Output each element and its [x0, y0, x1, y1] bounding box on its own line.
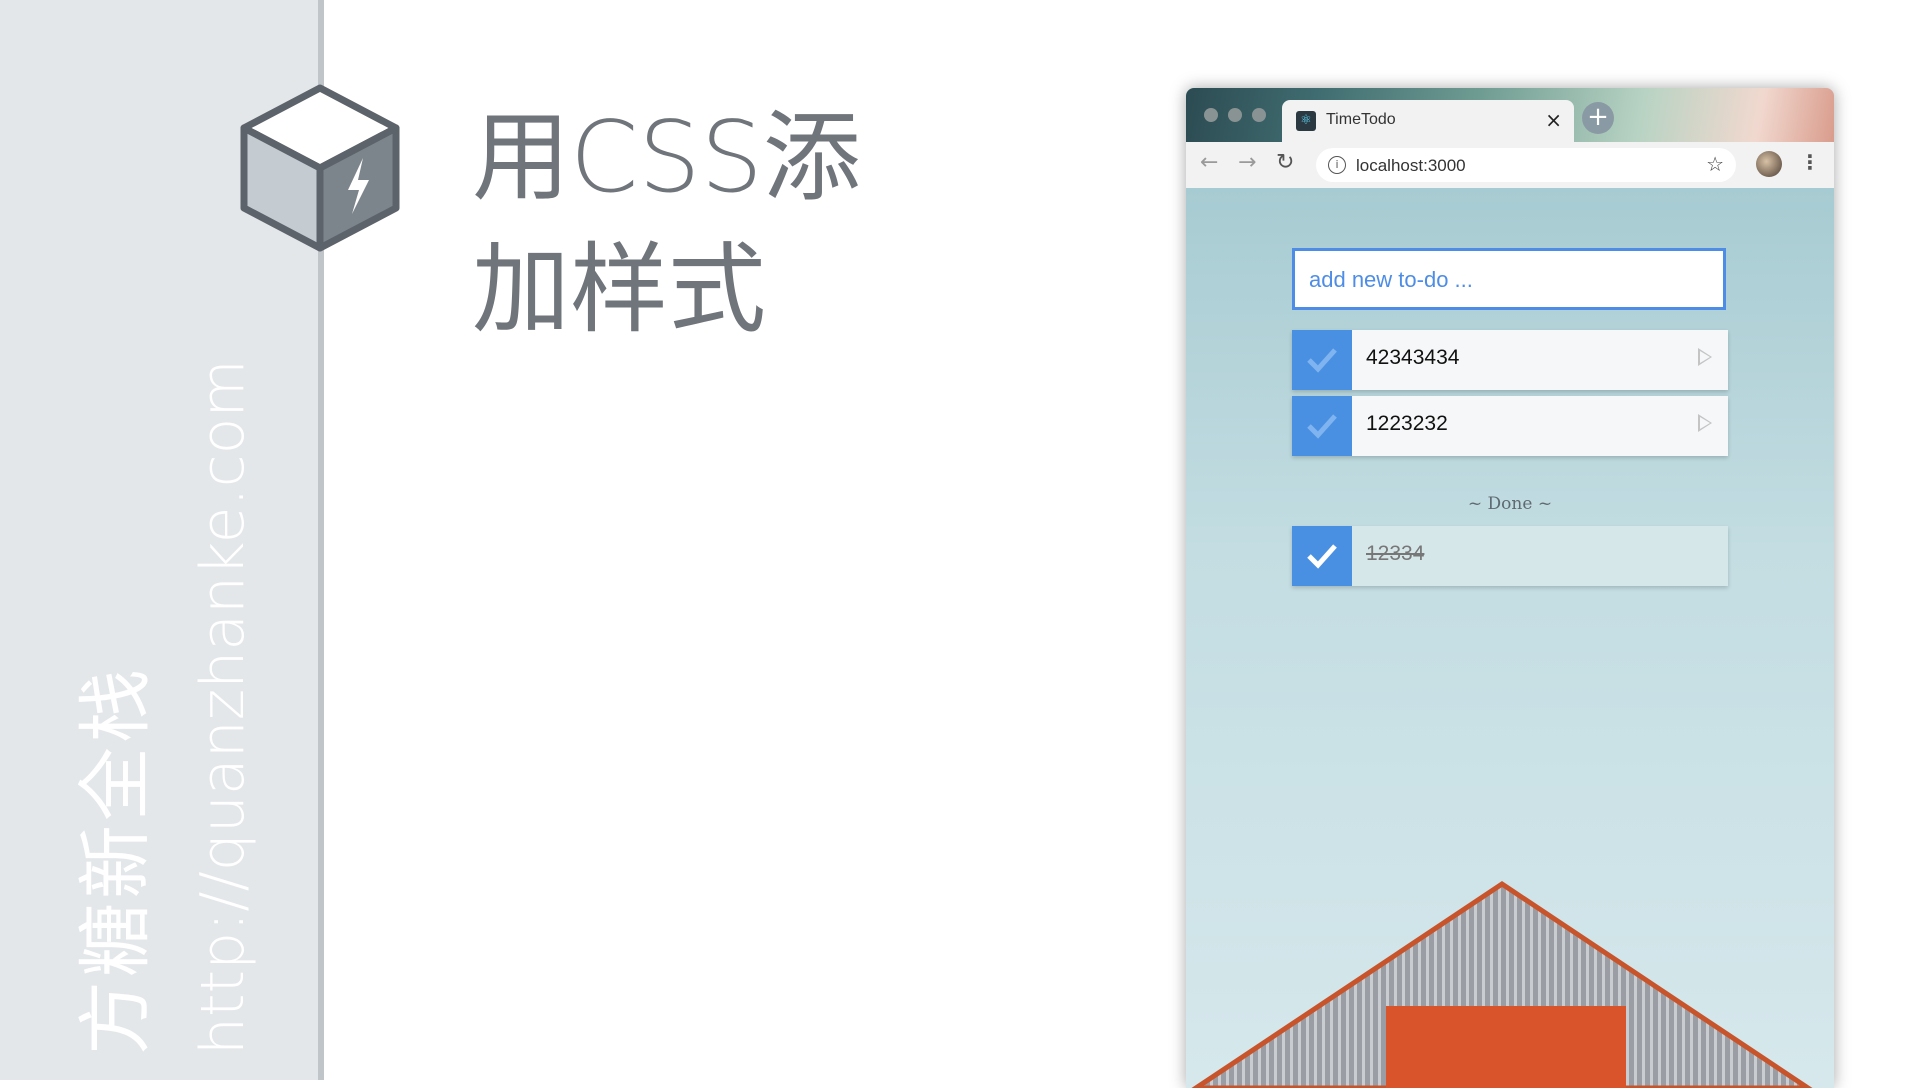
play-icon[interactable] — [1698, 414, 1712, 432]
menu-icon[interactable]: ⋮ — [1800, 150, 1820, 174]
back-icon[interactable]: ← — [1200, 150, 1218, 175]
new-todo-placeholder: add new to-do ... — [1309, 267, 1473, 292]
tab-timetodo[interactable]: ⚛ TimeTodo × — [1282, 100, 1574, 142]
todo-checkbox[interactable] — [1292, 396, 1352, 456]
maximize-window-button[interactable] — [1252, 108, 1266, 122]
roof-background-image — [1191, 880, 1813, 1088]
slide-title-line1: 用CSS添 — [472, 101, 861, 215]
new-tab-button[interactable]: + — [1582, 102, 1614, 134]
react-icon: ⚛ — [1296, 111, 1316, 131]
url-text[interactable]: localhost:3000 — [1356, 156, 1466, 176]
todo-checkbox-checked[interactable] — [1292, 526, 1352, 586]
check-icon — [1307, 348, 1337, 373]
forward-icon[interactable]: → — [1238, 150, 1256, 175]
profile-avatar[interactable] — [1756, 151, 1782, 177]
todo-item[interactable]: 1223232 — [1292, 396, 1728, 456]
info-icon[interactable]: i — [1328, 156, 1346, 174]
todo-item[interactable]: 42343434 — [1292, 330, 1728, 390]
play-icon[interactable] — [1698, 348, 1712, 366]
slide-title: 用CSS添 加样式 — [472, 92, 892, 356]
browser-toolbar: ← → ↻ i localhost:3000 ☆ ⋮ — [1186, 142, 1834, 189]
brand-vertical-text: 方糖新全栈 — [73, 665, 159, 1055]
tab-close-icon[interactable]: × — [1545, 108, 1562, 132]
check-icon — [1307, 544, 1337, 569]
todo-checkbox[interactable] — [1292, 330, 1352, 390]
star-icon[interactable]: ☆ — [1706, 152, 1724, 176]
address-bar[interactable]: i localhost:3000 ☆ — [1316, 148, 1736, 182]
check-icon — [1307, 414, 1337, 439]
slide-title-line2: 加样式 — [472, 233, 767, 347]
tab-bar: ⚛ TimeTodo × + — [1186, 88, 1834, 142]
browser-window: ⚛ TimeTodo × + ← → ↻ i localhost:3000 ☆ … — [1186, 88, 1834, 1088]
new-todo-input[interactable]: add new to-do ... — [1292, 248, 1726, 310]
done-todo-label: 12334 — [1366, 542, 1425, 565]
page-viewport: add new to-do ... 42343434 1223232 ~ Don… — [1186, 188, 1834, 1088]
todo-label: 42343434 — [1366, 346, 1460, 369]
minimize-window-button[interactable] — [1228, 108, 1242, 122]
done-heading: ~ Done ~ — [1467, 494, 1553, 514]
close-window-button[interactable] — [1204, 108, 1218, 122]
todo-label: 1223232 — [1366, 412, 1448, 435]
url-vertical-text: http://quanzhanke.com — [188, 359, 258, 1055]
reload-icon[interactable]: ↻ — [1276, 150, 1294, 175]
done-todo-item[interactable]: 12334 — [1292, 526, 1728, 586]
cube-lightning-icon — [240, 84, 400, 252]
tab-title: TimeTodo — [1326, 111, 1396, 128]
